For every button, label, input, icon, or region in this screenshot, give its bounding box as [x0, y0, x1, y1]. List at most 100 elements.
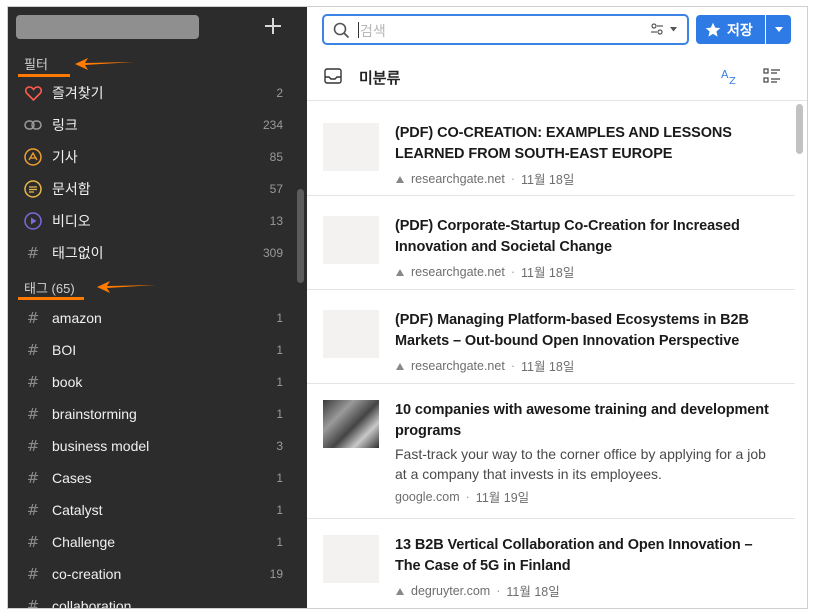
tag-item[interactable]: # book 1	[8, 366, 307, 398]
bookmark-list: (PDF) CO-CREATION: EXAMPLES AND LESSONS …	[307, 102, 807, 608]
search-input[interactable]: 검색	[322, 14, 689, 45]
tag-item[interactable]: # BOI 1	[8, 334, 307, 366]
add-button[interactable]	[263, 16, 283, 36]
tag-count: 1	[276, 311, 283, 325]
tag-item[interactable]: # brainstorming 1	[8, 398, 307, 430]
item-date: 11월 18일	[506, 585, 560, 599]
heart-icon	[24, 84, 42, 102]
list-item[interactable]: 10 companies with awesome training and d…	[307, 384, 795, 519]
sort-button[interactable]: AZ	[720, 67, 738, 90]
filter-label: 즐겨찾기	[52, 85, 104, 101]
filter-options-icon	[651, 23, 663, 35]
item-title[interactable]: 13 B2B Vertical Collaboration and Open I…	[395, 535, 775, 577]
item-meta: researchgate.net · 11월 18일	[395, 356, 574, 375]
tag-item[interactable]: # Catalyst 1	[8, 494, 307, 526]
view-header: 미분류 AZ	[307, 53, 807, 101]
site-favicon-icon	[396, 587, 404, 595]
item-title[interactable]: (PDF) Managing Platform-based Ecosystems…	[395, 310, 775, 352]
item-title[interactable]: (PDF) Corporate-Startup Co-Creation for …	[395, 216, 775, 258]
tag-item[interactable]: # collaboration	[8, 590, 307, 608]
tag-list: # amazon 1 # BOI 1 # book 1 # brainstorming 1 # b…	[8, 302, 307, 608]
item-meta: google.com · 11월 19일	[395, 487, 529, 506]
save-dropdown-button[interactable]	[766, 15, 791, 44]
filter-untagged[interactable]: # 태그없이 309	[8, 237, 307, 269]
list-scrollbar[interactable]	[796, 104, 803, 154]
sidebar-scrollbar[interactable]	[297, 189, 304, 283]
tag-label: business model	[52, 438, 150, 454]
thumbnail	[323, 123, 379, 171]
hash-icon: #	[26, 309, 40, 327]
tag-label: Catalyst	[52, 502, 103, 518]
inbox-icon	[324, 68, 342, 89]
item-description: Fast-track your way to the corner office…	[395, 446, 766, 482]
tag-count: 3	[276, 439, 283, 453]
list-item[interactable]: (PDF) Corporate-Startup Co-Creation for …	[307, 196, 795, 290]
tag-item[interactable]: # business model 3	[8, 430, 307, 462]
filter-count: 85	[269, 150, 283, 164]
hash-icon: #	[26, 373, 40, 391]
thumbnail	[323, 216, 379, 264]
item-source: researchgate.net	[411, 358, 505, 373]
search-icon	[333, 22, 350, 44]
hash-icon: #	[26, 244, 40, 262]
view-title: 미분류	[359, 70, 401, 87]
annotation-arrow-filters	[75, 58, 134, 70]
sidebar: 필터 즐겨찾기 2 링크 234 기사 85 문서함 57 비디오 13 # 태…	[8, 7, 307, 608]
filter-count: 309	[262, 246, 283, 260]
save-button[interactable]: 저장	[696, 15, 765, 44]
item-date: 11월 18일	[520, 360, 575, 374]
tag-item[interactable]: # amazon 1	[8, 302, 307, 334]
list-item[interactable]: 13 B2B Vertical Collaboration and Open I…	[307, 519, 795, 608]
tag-count: 1	[276, 375, 283, 389]
tag-count: 1	[276, 503, 283, 517]
text-cursor	[358, 22, 359, 38]
tag-label: book	[52, 374, 83, 390]
filter-label: 비디오	[52, 213, 91, 229]
site-favicon-icon	[396, 362, 404, 370]
hash-icon: #	[26, 501, 40, 519]
item-meta: degruyter.com · 11월 18일	[395, 581, 560, 600]
layout-button[interactable]	[763, 68, 781, 89]
item-meta: researchgate.net · 11월 18일	[395, 169, 574, 188]
tag-item[interactable]: # Cases 1	[8, 462, 307, 494]
search-options-button[interactable]	[650, 23, 677, 35]
list-item[interactable]: (PDF) Managing Platform-based Ecosystems…	[307, 290, 795, 384]
tag-label: Cases	[52, 470, 92, 486]
tag-item[interactable]: # co-creation 19	[8, 558, 307, 590]
filter-videos[interactable]: 비디오 13	[8, 205, 307, 237]
filter-count: 2	[276, 86, 283, 100]
account-switcher[interactable]	[16, 15, 199, 39]
tag-label: co-creation	[52, 566, 122, 582]
thumbnail	[323, 310, 379, 358]
filter-documents[interactable]: 문서함 57	[8, 173, 307, 205]
tag-item[interactable]: # Challenge 1	[8, 526, 307, 558]
filter-count: 57	[269, 182, 283, 196]
svg-text:Z: Z	[729, 76, 736, 85]
filter-label: 태그없이	[52, 245, 104, 261]
hash-icon: #	[26, 533, 40, 551]
filter-list: 즐겨찾기 2 링크 234 기사 85 문서함 57 비디오 13 # 태그없이…	[8, 77, 307, 269]
main-panel: 검색 저장 미분류 AZ (PDF) CO-CREATION: EXAMPLES…	[307, 7, 807, 608]
filters-heading: 필터	[24, 57, 48, 72]
filter-label: 기사	[52, 149, 78, 165]
filter-links[interactable]: 링크 234	[8, 109, 307, 141]
hash-icon: #	[26, 469, 40, 487]
filter-articles[interactable]: 기사 85	[8, 141, 307, 173]
hash-icon: #	[26, 405, 40, 423]
item-source: researchgate.net	[411, 264, 505, 279]
hash-icon: #	[26, 597, 40, 608]
site-favicon-icon	[396, 268, 404, 276]
filter-favorites[interactable]: 즐겨찾기 2	[8, 77, 307, 109]
article-icon	[24, 148, 42, 166]
list-item[interactable]: (PDF) CO-CREATION: EXAMPLES AND LESSONS …	[307, 102, 795, 196]
filter-label: 문서함	[52, 181, 91, 197]
item-source: google.com	[395, 489, 460, 504]
item-title[interactable]: (PDF) CO-CREATION: EXAMPLES AND LESSONS …	[395, 123, 775, 165]
item-date: 11월 19일	[475, 491, 530, 505]
chevron-down-icon	[670, 26, 677, 31]
filter-count: 13	[269, 214, 283, 228]
site-favicon-icon	[396, 175, 404, 183]
item-title[interactable]: 10 companies with awesome training and d…	[395, 400, 775, 442]
tag-count: 1	[276, 471, 283, 485]
tag-count: 1	[276, 535, 283, 549]
